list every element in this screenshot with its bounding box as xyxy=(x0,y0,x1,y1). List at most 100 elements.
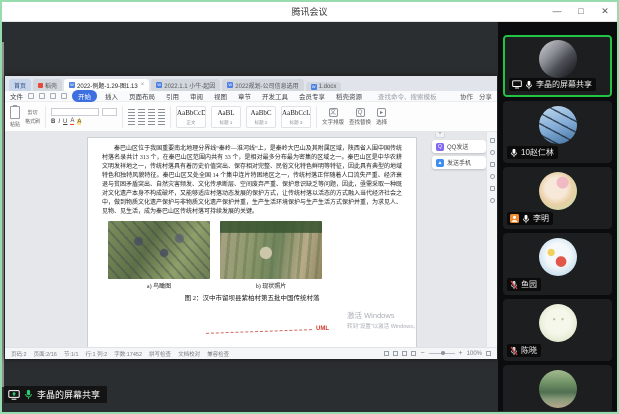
bold-button[interactable]: B xyxy=(51,119,55,125)
zoom-percent[interactable]: 100% xyxy=(467,351,482,357)
participant-tile[interactable]: 陈晓 xyxy=(503,299,612,361)
ribbon-tab-dev-tools[interactable]: 开发工具 xyxy=(259,91,291,101)
side-tool-icon[interactable] xyxy=(490,150,495,155)
ribbon-tab-view[interactable]: 视图 xyxy=(211,91,230,101)
participant-label: 10赵仁林 xyxy=(507,146,558,159)
qq-send-button[interactable]: Q QQ发送 xyxy=(432,140,486,153)
undo-icon[interactable] xyxy=(50,93,56,99)
status-compatibility[interactable]: 兼容检查 xyxy=(207,350,229,358)
document-paragraph: 秦巴山区位于我国重要南北地理分界线“秦岭—淮河线”上，是秦岭大巴山及其附属区域，… xyxy=(102,145,402,217)
style-heading2[interactable]: AaBbC 标题 2 xyxy=(246,106,276,128)
underline-button[interactable]: U xyxy=(63,119,67,125)
cut-button[interactable]: 剪切 xyxy=(25,109,40,116)
doc-icon: W xyxy=(156,82,162,88)
italic-button[interactable]: I xyxy=(58,119,60,125)
qq-send-label: QQ发送 xyxy=(447,142,468,151)
align-center-icon[interactable] xyxy=(138,118,145,125)
align-right-icon[interactable] xyxy=(148,118,155,125)
bullet-list-icon[interactable] xyxy=(128,109,135,116)
collaborate-button[interactable]: 协作 xyxy=(460,91,473,101)
tab-document-label: 2022.1.1 小牛-起因 xyxy=(164,81,215,90)
ribbon-tab-references[interactable]: 引用 xyxy=(163,91,182,101)
text-layout-button[interactable]: 文 文字排版 xyxy=(322,108,344,126)
ribbon-tab-insert[interactable]: 插入 xyxy=(102,91,121,101)
revision-comment: UML xyxy=(316,326,329,332)
justify-icon[interactable] xyxy=(158,118,165,125)
paste-group[interactable]: 粘贴 xyxy=(10,106,20,128)
ribbon-tab-docer-res[interactable]: 稻壳资源 xyxy=(333,91,365,101)
command-search[interactable]: 查找命令、搜索模板 xyxy=(378,91,437,101)
tab-docer-label: 稻壳 xyxy=(45,81,57,90)
file-menu[interactable]: 文件 xyxy=(10,91,23,101)
line-spacing-icon[interactable] xyxy=(158,109,165,116)
side-tool-icon[interactable] xyxy=(490,186,495,191)
qq-icon: Q xyxy=(436,143,444,151)
maximize-button[interactable]: □ xyxy=(569,6,593,17)
view-mode-icon[interactable] xyxy=(393,351,398,356)
ribbon-tab-page-layout[interactable]: 页面布局 xyxy=(126,91,158,101)
status-spellcheck[interactable]: 拼写检查 xyxy=(149,350,171,358)
ribbon-tab-home[interactable]: 开始 xyxy=(72,90,97,102)
status-proofread[interactable]: 文档校对 xyxy=(178,350,200,358)
divider xyxy=(316,106,317,128)
side-tool-icon[interactable] xyxy=(490,138,495,143)
fullscreen-icon[interactable] xyxy=(486,351,491,356)
font-size-select[interactable] xyxy=(102,108,117,116)
redo-icon[interactable] xyxy=(61,93,67,99)
align-left-icon[interactable] xyxy=(128,118,135,125)
side-tool-icon[interactable] xyxy=(490,198,495,203)
select-button[interactable]: ▸ 选择 xyxy=(376,108,387,126)
participant-tile-sharing[interactable]: 李晶的屏幕共享 xyxy=(503,35,612,97)
participant-tile[interactable]: ling xyxy=(503,365,612,411)
view-mode-icon[interactable] xyxy=(384,351,389,356)
share-button[interactable]: 分享 xyxy=(479,91,492,101)
tab-close-icon[interactable]: × xyxy=(141,82,145,88)
tab-docer[interactable]: 稻壳 xyxy=(33,79,62,91)
status-word-count[interactable]: 字数:17452 xyxy=(114,350,142,358)
tab-document[interactable]: W 2022.1.1 小牛-起因 xyxy=(151,79,220,91)
participants-sidebar: 李晶的屏幕共享 10赵仁林 xyxy=(498,22,617,411)
ribbon-tab-section[interactable]: 章节 xyxy=(235,91,254,101)
zoom-in-button[interactable]: + xyxy=(459,350,463,357)
indent-icon[interactable] xyxy=(148,109,155,116)
minimize-button[interactable]: — xyxy=(545,6,569,17)
print-icon[interactable] xyxy=(39,93,45,99)
search-icon: Q xyxy=(356,108,365,117)
send-to-phone-button[interactable]: ▲ 发送手机 xyxy=(432,156,486,169)
number-list-icon[interactable] xyxy=(138,109,145,116)
participant-tile-host[interactable]: 李明 xyxy=(503,167,612,229)
participant-label: 李明 xyxy=(507,212,553,225)
style-heading1[interactable]: AaBL 标题 1 xyxy=(211,106,241,128)
participant-tile[interactable]: 鱼园 xyxy=(503,233,612,295)
zoom-out-button[interactable]: − xyxy=(420,350,424,357)
font-color-button[interactable]: A xyxy=(70,118,74,125)
view-mode-icon[interactable] xyxy=(411,351,416,356)
style-sample: AaBbC xyxy=(247,107,275,120)
screen-share-banner: 李晶的屏幕共享 xyxy=(4,386,107,403)
font-name-select[interactable] xyxy=(51,108,99,116)
tab-home[interactable]: 首页 xyxy=(9,79,31,91)
wps-writer-window: 首页 稻壳 W 2022-例题-1.29-图1.13 × W 2022.1.1 … xyxy=(5,76,497,359)
tab-document[interactable]: W 2022规划-公司信息选用 xyxy=(222,79,303,91)
aerial-photo xyxy=(108,221,210,279)
side-tool-icon[interactable] xyxy=(490,174,495,179)
ribbon-tab-member[interactable]: 会员专享 xyxy=(296,91,328,101)
highlight-button[interactable]: A xyxy=(77,119,81,125)
caption-b: b) 现状照片 xyxy=(220,281,322,290)
paste-icon xyxy=(10,106,20,119)
style-normal[interactable]: AaBbCcDd 正文 xyxy=(176,106,206,128)
zoom-slider[interactable] xyxy=(429,353,455,354)
panel-pin-button[interactable]: + xyxy=(435,132,445,138)
format-painter-button[interactable]: 格式刷 xyxy=(25,118,40,125)
participant-tile[interactable]: 10赵仁林 xyxy=(503,101,612,163)
side-tool-icon[interactable] xyxy=(490,162,495,167)
save-icon[interactable] xyxy=(28,93,34,99)
find-replace-button[interactable]: Q 查找替换 xyxy=(349,108,371,126)
cursor-icon: ▸ xyxy=(377,108,386,117)
tab-document-label: 2022-例题-1.29-图1.13 xyxy=(77,81,138,90)
tab-document[interactable]: W 1.docx xyxy=(306,82,342,91)
style-heading3[interactable]: AaBbCcL 标题 3 xyxy=(281,106,311,128)
close-button[interactable]: ✕ xyxy=(593,6,617,17)
ribbon-tab-review[interactable]: 审阅 xyxy=(187,91,206,101)
view-mode-icon[interactable] xyxy=(402,351,407,356)
